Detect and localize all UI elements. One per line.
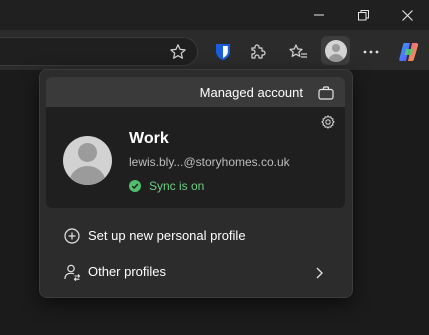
minimize-icon [314, 14, 324, 16]
sync-status-text: Sync is on [149, 179, 205, 193]
sync-check-icon [129, 180, 141, 192]
profile-avatar-icon [324, 39, 347, 62]
extensions-puzzle-icon [251, 44, 266, 59]
more-menu-button[interactable] [357, 38, 385, 66]
profile-email: lewis.bly...@storyhomes.co.uk [129, 155, 290, 169]
copilot-button[interactable] [395, 38, 423, 66]
managed-account-row[interactable]: Managed account [46, 77, 345, 107]
managed-account-label: Managed account [199, 85, 303, 100]
extensions-button[interactable] [244, 38, 272, 66]
more-menu-icon [363, 50, 379, 54]
favorites-list-icon [289, 44, 307, 58]
profile-name: Work [129, 130, 169, 147]
briefcase-icon [318, 86, 334, 105]
favorites-button[interactable] [284, 38, 312, 66]
profile-avatar [63, 136, 112, 185]
switch-profile-icon [64, 264, 81, 286]
add-circle-icon [64, 228, 80, 249]
bitwarden-extension-button[interactable] [209, 38, 237, 66]
bitwarden-extension-icon [216, 44, 230, 61]
sync-status: Sync is on [129, 178, 204, 194]
profile-card: Work lewis.bly...@storyhomes.co.uk Sync … [46, 107, 345, 208]
restore-icon [357, 9, 369, 20]
browser-toolbar [0, 30, 429, 70]
copilot-icon [399, 43, 419, 61]
minimize-button[interactable] [297, 0, 341, 30]
favorite-star-icon [170, 44, 186, 59]
close-icon [401, 9, 413, 21]
title-bar [0, 0, 429, 30]
profile-flyout: Managed account Work lewis.bly...@storyh… [39, 69, 353, 298]
profile-settings-button[interactable] [321, 115, 335, 134]
other-profiles-label: Other profiles [88, 264, 167, 279]
gear-icon [321, 115, 335, 129]
browser-window: Managed account Work lewis.bly...@storyh… [0, 0, 429, 335]
chevron-right-icon [316, 266, 323, 284]
other-profiles-item[interactable]: Other profiles [46, 255, 345, 289]
restore-button[interactable] [341, 0, 385, 30]
setup-personal-profile-item[interactable]: Set up new personal profile [46, 219, 345, 253]
favorite-button[interactable] [164, 38, 192, 66]
setup-personal-profile-label: Set up new personal profile [88, 228, 246, 243]
close-button[interactable] [385, 0, 429, 30]
profile-button[interactable] [321, 36, 350, 65]
